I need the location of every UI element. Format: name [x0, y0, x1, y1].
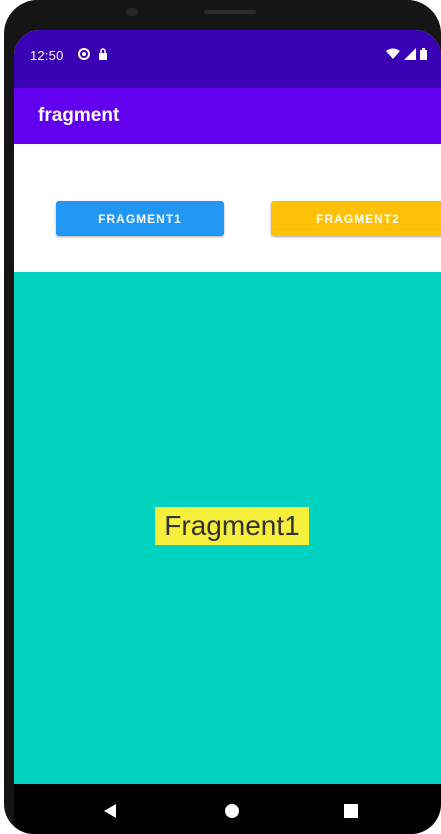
phone-frame: 12:50 fragment FRAGMENT1 FRAGMENT2 Fragm…: [4, 0, 441, 834]
nav-recents-button[interactable]: [339, 799, 363, 823]
camera-icon: [126, 8, 138, 16]
lock-status-icon: [99, 48, 107, 60]
nav-home-button[interactable]: [220, 799, 244, 823]
back-icon: [104, 804, 116, 818]
device-screen: 12:50 fragment FRAGMENT1 FRAGMENT2 Fragm…: [14, 30, 441, 834]
status-icons-left: [78, 48, 108, 60]
status-bar: 12:50: [14, 30, 441, 88]
signal-icon: [404, 48, 416, 60]
nav-back-button[interactable]: [98, 799, 122, 823]
button-row: FRAGMENT1 FRAGMENT2: [14, 144, 441, 272]
navigation-bar: [14, 784, 441, 834]
fragment2-button[interactable]: FRAGMENT2: [271, 201, 441, 236]
circle-status-icon: [78, 48, 90, 60]
status-time: 12:50: [30, 48, 64, 63]
fragment-container: Fragment1: [14, 272, 441, 784]
phone-top-bezel: [4, 0, 441, 30]
status-icons-right: [386, 48, 427, 60]
app-title: fragment: [38, 105, 120, 126]
wifi-icon: [386, 48, 400, 59]
fragment-label: Fragment1: [155, 507, 309, 545]
app-bar: fragment: [14, 88, 441, 144]
speaker-grille: [204, 10, 256, 14]
fragment1-button[interactable]: FRAGMENT1: [56, 201, 224, 236]
recents-icon: [344, 804, 358, 818]
home-icon: [225, 804, 239, 818]
battery-icon: [420, 48, 427, 60]
